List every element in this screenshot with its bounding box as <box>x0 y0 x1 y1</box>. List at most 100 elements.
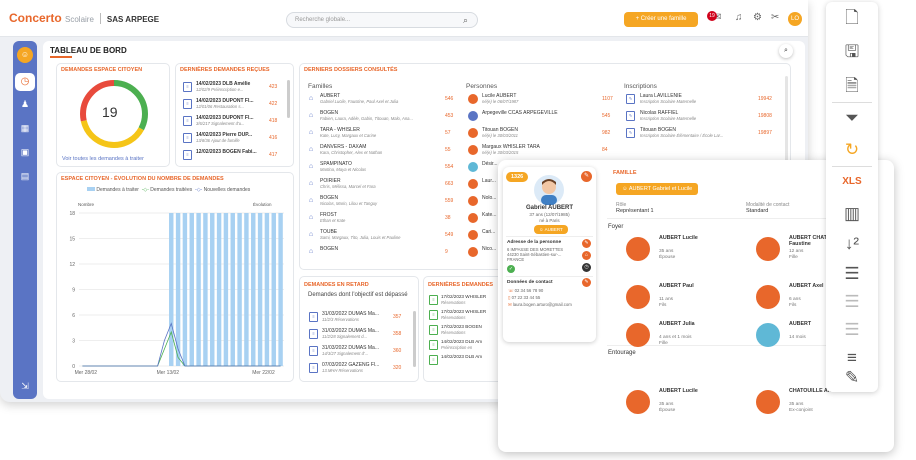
person-name[interactable]: Arpegeville CCAS ARPEGEVILLE <box>482 110 558 116</box>
member-relation: Fils <box>659 303 667 308</box>
gear-icon[interactable]: ⚙ <box>753 12 762 23</box>
calendar-icon[interactable]: ▣ <box>18 147 32 159</box>
list-item-title[interactable]: 12/02/2023 BOGEN Fabi... <box>196 149 266 155</box>
verified-icon: ✓ <box>507 265 515 273</box>
person-name[interactable]: Désir... <box>482 161 498 167</box>
bar[interactable] <box>271 213 276 366</box>
member-avatar <box>626 390 650 414</box>
phone-1[interactable]: ☏ 02 34 56 78 90 <box>508 288 543 294</box>
bar[interactable] <box>237 213 242 366</box>
app-home-icon[interactable]: ☺ <box>17 47 33 63</box>
filter-icon[interactable]: ⏷ <box>840 106 864 130</box>
person-id-badge: 1326 <box>506 172 529 182</box>
bar[interactable] <box>278 213 283 366</box>
member-name[interactable]: AUBERT Julia <box>659 321 719 327</box>
registration-count: 19897 <box>758 130 772 136</box>
edit-address-icon[interactable]: ✎ <box>582 239 591 248</box>
export-xls-icon[interactable]: XLS <box>840 170 864 194</box>
save-icon[interactable]: 🖫 <box>840 40 864 64</box>
bar[interactable] <box>203 213 208 366</box>
member-name[interactable]: AUBERT Lucile <box>659 388 719 394</box>
person-name[interactable]: Nolo... <box>482 195 496 201</box>
bell-icon[interactable]: ♫ <box>735 12 743 23</box>
bar[interactable] <box>251 213 256 366</box>
create-family-button[interactable]: + Créer une famille <box>624 12 698 27</box>
person-birth: né(e) le 06/07/1987 <box>482 99 519 104</box>
family-chip[interactable]: ☺ AUBERT <box>534 225 568 234</box>
bar[interactable] <box>216 213 222 366</box>
bar[interactable] <box>244 213 249 366</box>
family-count: 554 <box>445 164 454 170</box>
family-house-icon: ⌂ <box>308 197 314 204</box>
home-icon[interactable]: ⌂ <box>582 251 591 260</box>
evolution-chart: 0369121518Mer 28/02 Mer 13/02 Mer 22/02 <box>69 211 284 376</box>
member-name[interactable]: AUBERT Lucile <box>659 235 719 241</box>
search-dashboard-icon[interactable]: ⌕ <box>779 44 793 58</box>
list-item-count: 418 <box>269 118 278 124</box>
scrollbar[interactable] <box>413 311 416 367</box>
family-tag[interactable]: ☺ AUBERT Gabriel et Lucile <box>616 183 699 195</box>
address-value: 6 IMPASSE DES MORETTES 44230 Saint-Sébas… <box>507 247 563 262</box>
dashboard-icon[interactable]: ◷ <box>15 73 35 91</box>
edit-contact-icon[interactable]: ✎ <box>582 278 591 287</box>
new-document-icon[interactable]: 🗋 <box>840 6 864 30</box>
family-members: Sami, Margaux, Tito, Julia, Louis et Pau… <box>320 235 401 240</box>
sync-icon[interactable]: ↻ <box>840 138 864 162</box>
history-icon[interactable]: 🗎 <box>840 74 864 98</box>
member-relation: Épouse <box>659 408 676 413</box>
bar[interactable] <box>210 213 215 366</box>
family-members: Gabriel Lucile, Faustine, Paul Axel et J… <box>320 99 399 104</box>
edit-columns-icon[interactable]: ✎ <box>840 366 864 390</box>
see-all-requests-link[interactable]: Voir toutes les demandes à traiter <box>62 156 144 162</box>
scrollbar[interactable] <box>287 80 290 118</box>
bar[interactable] <box>189 213 194 366</box>
person-name[interactable]: Laur... <box>482 178 496 184</box>
last2-item-title[interactable]: 14/02/2023 DLB Am <box>441 354 482 360</box>
family-members: Chris, Mélissa, Marcel et Fara <box>320 184 376 189</box>
document-icon: ≡ <box>309 346 318 356</box>
card-title: DEMANDES ESPACE CITOYEN <box>61 67 143 73</box>
card-title: DERNIÈRES DEMANDES REÇUES <box>180 67 270 73</box>
tools-icon[interactable]: ✂ <box>771 12 779 23</box>
member-age: 14 mois <box>789 335 806 340</box>
document-icon: ≡ <box>429 295 438 305</box>
payment-icon[interactable]: ▤ <box>18 171 32 183</box>
member-avatar <box>756 390 780 414</box>
bar[interactable] <box>230 213 235 366</box>
family-count: 57 <box>445 130 451 136</box>
sort-icon[interactable]: ↓² <box>840 232 864 256</box>
phone-2[interactable]: ▯ 07 22 33 44 55 <box>508 295 540 301</box>
bar[interactable] <box>169 213 174 366</box>
clock-icon[interactable]: ◷ <box>582 263 591 272</box>
registration-type: Inscription Scolaire Élémentaire / École… <box>640 133 724 138</box>
bar[interactable] <box>223 213 229 366</box>
contact-label: Données de contact <box>507 280 553 285</box>
edit-icon[interactable]: ✎ <box>581 171 592 182</box>
family-name[interactable]: BOGEN <box>320 246 338 252</box>
logout-icon[interactable]: ⇲ <box>18 381 32 393</box>
bar[interactable] <box>264 213 270 366</box>
family-count: 663 <box>445 181 454 187</box>
app-logo[interactable]: Concerto Scolaire SAS ARPEGE <box>9 11 159 25</box>
persons-heading: Personnes <box>466 83 498 90</box>
member-age: 35 ans <box>789 402 804 407</box>
member-name[interactable]: AUBERT Paul <box>659 283 719 289</box>
bar[interactable] <box>257 213 263 366</box>
member-avatar <box>626 237 650 261</box>
list-item-subtitle: 12/02/9 Préinscription e... <box>196 87 244 92</box>
person-name[interactable]: Kate... <box>482 212 496 218</box>
person-count: 1107 <box>602 96 613 102</box>
global-search-input[interactable]: Recherche globale... ⌕ <box>286 12 478 28</box>
bar[interactable] <box>196 213 201 366</box>
person-name[interactable]: Cari... <box>482 229 495 235</box>
email[interactable]: ✉ laura.bogen.arturo@gmail.com <box>508 302 580 307</box>
y-tick-label: 3 <box>72 339 75 345</box>
bar[interactable] <box>182 213 188 366</box>
school-icon[interactable]: ▦ <box>18 123 32 135</box>
person-name[interactable]: Nico... <box>482 246 496 252</box>
family-members: Kara, Christopher, Alex et Nathan <box>320 150 383 155</box>
family-icon[interactable]: ♟ <box>18 99 32 111</box>
columns-icon[interactable]: ▥ <box>840 202 864 226</box>
user-avatar[interactable]: LO <box>788 12 802 26</box>
group-icon[interactable]: ☰ <box>840 262 864 286</box>
